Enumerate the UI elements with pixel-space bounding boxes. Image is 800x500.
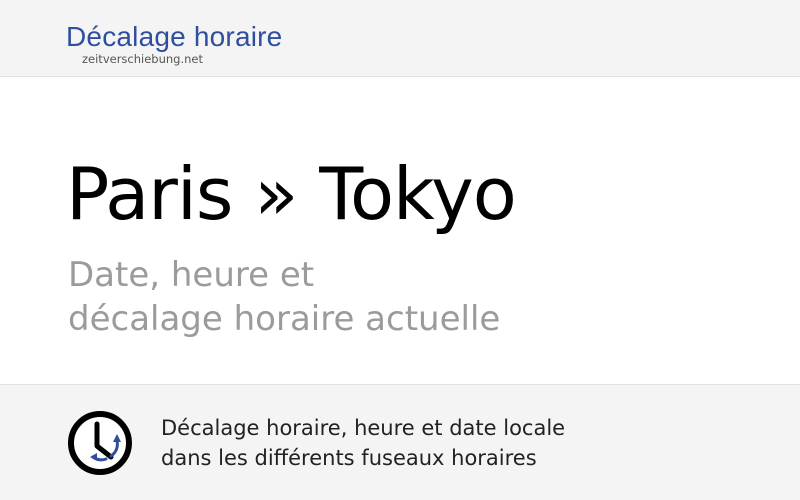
- page-title: Paris » Tokyo: [66, 152, 517, 236]
- page-subtitle-line-2: décalage horaire actuelle: [68, 299, 501, 339]
- site-logo-link[interactable]: Décalage horaire zeitverschiebung.net: [66, 20, 283, 66]
- clock-icon: [68, 411, 132, 475]
- site-domain: zeitverschiebung.net: [82, 52, 204, 66]
- site-title: Décalage horaire: [66, 21, 283, 52]
- page: Décalage horaire zeitverschiebung.net Pa…: [0, 0, 800, 500]
- footer-description-line-1: Décalage horaire, heure et date locale: [161, 416, 566, 440]
- footer-banner: Décalage horaire, heure et date locale d…: [0, 384, 800, 500]
- site-header: Décalage horaire zeitverschiebung.net: [0, 0, 800, 77]
- footer-description: Décalage horaire, heure et date locale d…: [161, 413, 565, 473]
- page-subtitle: Date, heure et décalage horaire actuelle: [68, 253, 500, 341]
- hero-section: Paris » Tokyo Date, heure et décalage ho…: [0, 77, 800, 384]
- page-subtitle-line-1: Date, heure et: [68, 255, 315, 295]
- footer-description-line-2: dans les différents fuseaux horaires: [161, 446, 537, 470]
